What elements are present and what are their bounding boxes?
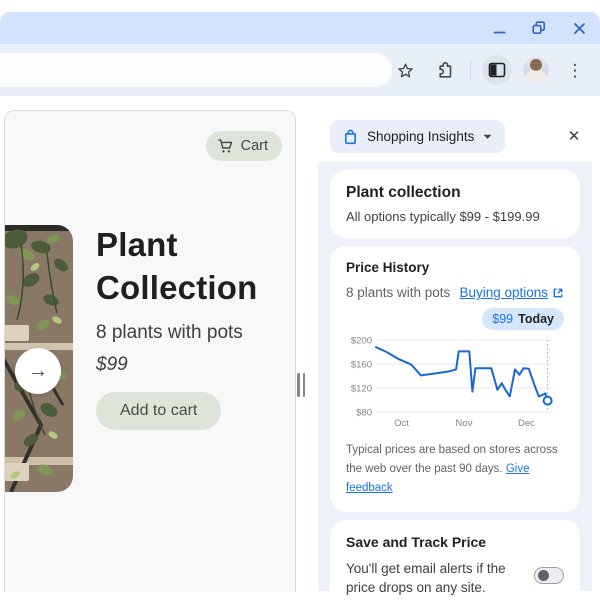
side-panel-toggle-button[interactable] [482, 55, 512, 85]
buying-options-link[interactable]: Buying options [459, 285, 564, 300]
minimize-icon [493, 31, 505, 33]
profile-avatar [523, 57, 549, 83]
product-price: $99 [96, 354, 128, 375]
extensions-puzzle-icon [438, 61, 451, 78]
panel-title-dropdown[interactable]: Shopping Insights [330, 120, 506, 153]
chart-disclaimer: Typical prices are based on stores acros… [346, 441, 564, 498]
toggle-knob [538, 570, 549, 581]
side-panel-resize-handle[interactable] [297, 373, 306, 397]
save-track-title: Save and Track Price [346, 534, 487, 550]
price-history-card: Price History 8 plants with pots Buying … [330, 246, 580, 512]
web-page-content: Cart → Plant Collection 8 plants with po… [4, 110, 296, 592]
address-bar[interactable] [0, 53, 392, 87]
product-subtitle: 8 plants with pots [96, 322, 243, 343]
price-history-title: Price History [346, 260, 430, 275]
restore-icon [532, 21, 545, 34]
panel-title: Shopping Insights [367, 129, 475, 144]
summary-card: Plant collection All options typically $… [330, 170, 580, 238]
svg-text:$200: $200 [351, 336, 372, 347]
badge-price: $99 [492, 312, 514, 326]
minimize-button[interactable] [490, 19, 508, 37]
cart-icon [218, 138, 232, 153]
today-price-badge: $99 Today [482, 308, 564, 330]
restore-button[interactable] [530, 19, 548, 37]
summary-title: Plant collection [346, 184, 461, 201]
cart-button[interactable]: Cart [205, 131, 282, 161]
close-icon [573, 22, 585, 34]
product-info: Plant Collection 8 plants with pots $99 … [96, 223, 288, 430]
toolbar-divider [470, 60, 471, 80]
side-panel-icon [488, 62, 506, 78]
side-panel-header: Shopping Insights ✕ [318, 110, 600, 162]
star-icon [397, 62, 413, 77]
profile-button[interactable] [521, 55, 551, 85]
three-dot-menu-icon: ⋮ [566, 60, 584, 80]
window-controls [490, 12, 588, 44]
browser-titlebar [0, 12, 600, 44]
panel-close-button[interactable]: ✕ [563, 125, 585, 147]
product-title: Plant Collection [96, 226, 258, 306]
cart-button-label: Cart [240, 138, 268, 154]
svg-text:Dec: Dec [518, 418, 535, 429]
arrow-right-icon: → [28, 359, 48, 382]
image-carousel-next-button[interactable]: → [15, 348, 61, 394]
badge-label: Today [518, 312, 554, 326]
svg-text:$80: $80 [356, 408, 372, 419]
summary-subtitle: All options typically $99 - $199.99 [346, 209, 540, 224]
svg-text:Nov: Nov [456, 418, 473, 429]
browser-menu-button[interactable]: ⋮ [560, 55, 590, 85]
bookmark-button[interactable] [390, 55, 420, 85]
shopping-insights-panel: Shopping Insights ✕ Plant collection All… [318, 110, 600, 611]
panel-body: Plant collection All options typically $… [318, 162, 592, 611]
save-track-body: You'll get email alerts if the price dro… [346, 561, 506, 595]
svg-text:Oct: Oct [394, 418, 409, 429]
external-link-icon [553, 288, 563, 297]
buying-options-label: Buying options [459, 285, 548, 300]
extensions-button[interactable] [429, 55, 459, 85]
browser-toolbar: ⋮ [0, 44, 600, 96]
svg-text:$160: $160 [351, 360, 372, 371]
close-window-button[interactable] [570, 19, 588, 37]
svg-text:$120: $120 [351, 384, 372, 395]
price-alert-toggle[interactable] [534, 567, 564, 584]
price-history-subtitle: 8 plants with pots [346, 285, 451, 300]
add-to-cart-button[interactable]: Add to cart [96, 392, 222, 430]
shopping-bag-icon [345, 129, 356, 144]
save-track-card: Save and Track Price You'll get email al… [330, 520, 580, 611]
line-chart-svg: $200 $160 $120 $80 Oct Nov Dec [351, 336, 553, 429]
chevron-down-icon [483, 134, 492, 139]
price-history-chart: $200 $160 $120 $80 Oct Nov Dec [346, 334, 564, 435]
